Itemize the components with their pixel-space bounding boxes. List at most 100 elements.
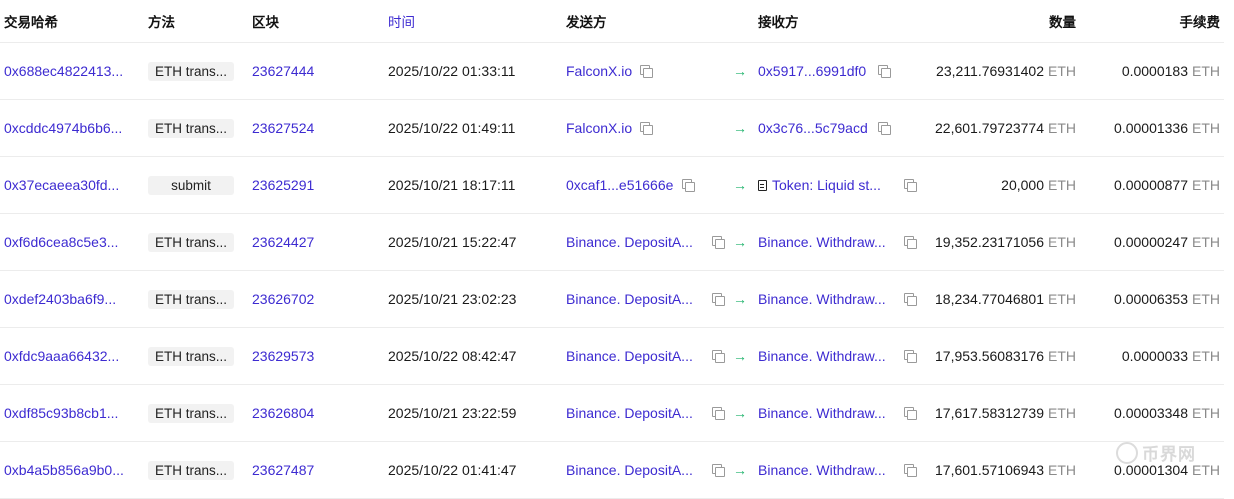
to-address-link[interactable]: Binance. Withdraw...	[758, 405, 886, 421]
block-link[interactable]: 23627444	[252, 63, 314, 79]
to-cell: Binance. Withdraw...	[758, 214, 918, 270]
copy-icon[interactable]	[640, 122, 653, 135]
hash-cell: 0xfdc9aaa66432...	[4, 328, 134, 384]
method-tag: submit	[148, 175, 234, 195]
fee-unit: ETH	[1192, 291, 1220, 307]
copy-icon[interactable]	[712, 407, 725, 420]
tx-hash-link[interactable]: 0x37ecaeea30fd...	[4, 177, 119, 193]
method-tag: ETH trans...	[148, 403, 234, 423]
amount-cell: 17,617.58312739 ETH	[900, 385, 1076, 441]
to-address-link[interactable]: 0x3c76...5c79acd	[758, 120, 868, 136]
arrow-cell: →	[733, 442, 749, 498]
from-address-link[interactable]: 0xcaf1...e51666e	[566, 177, 673, 193]
arrow-cell: →	[733, 157, 749, 213]
fee-value: 0.00000247	[1114, 234, 1188, 250]
to-address-link[interactable]: Binance. Withdraw...	[758, 462, 886, 478]
block-link[interactable]: 23629573	[252, 348, 314, 364]
amount-cell: 23,211.76931402 ETH	[900, 43, 1076, 99]
to-address-link[interactable]: 0x5917...6991df0	[758, 63, 866, 79]
tx-hash-link[interactable]: 0xb4a5b856a9b0...	[4, 462, 124, 478]
copy-icon[interactable]	[712, 350, 725, 363]
copy-icon[interactable]	[878, 65, 891, 78]
amount-value: 20,000	[1001, 177, 1044, 193]
method-tag: ETH trans...	[148, 232, 234, 252]
tx-hash-link[interactable]: 0xf6d6cea8c5e3...	[4, 234, 118, 250]
arrow-right-icon: →	[733, 63, 747, 79]
from-address-link[interactable]: Binance. DepositA...	[566, 234, 693, 250]
from-cell: Binance. DepositA...	[566, 328, 726, 384]
block-link[interactable]: 23624427	[252, 234, 314, 250]
time-cell: 2025/10/21 23:22:59	[388, 385, 558, 441]
amount-value: 23,211.76931402	[936, 63, 1044, 79]
to-address-link[interactable]: Binance. Withdraw...	[758, 348, 886, 364]
header-block[interactable]: 区块	[252, 0, 332, 42]
block-cell: 23624427	[252, 214, 332, 270]
time-cell: 2025/10/21 23:02:23	[388, 271, 558, 327]
table-row: 0x37ecaeea30fd... submit 23625291 2025/1…	[0, 157, 1224, 214]
block-link[interactable]: 23627487	[252, 462, 314, 478]
from-address-link[interactable]: Binance. DepositA...	[566, 291, 693, 307]
amount-cell: 19,352.23171056 ETH	[900, 214, 1076, 270]
amount-unit: ETH	[1048, 291, 1076, 307]
block-link[interactable]: 23627524	[252, 120, 314, 136]
block-cell: 23626804	[252, 385, 332, 441]
arrow-right-icon: →	[733, 348, 747, 364]
from-address-link[interactable]: FalconX.io	[566, 120, 632, 136]
from-cell: FalconX.io	[566, 43, 726, 99]
header-fee[interactable]: 手续费	[1080, 0, 1221, 42]
fee-value: 0.0000183	[1121, 63, 1188, 79]
from-address-link[interactable]: Binance. DepositA...	[566, 348, 693, 364]
arrow-right-icon: →	[733, 405, 747, 421]
amount-unit: ETH	[1048, 405, 1076, 421]
tx-hash-link[interactable]: 0x688ec4822413...	[4, 63, 123, 79]
copy-icon[interactable]	[640, 65, 653, 78]
header-method[interactable]: 方法	[148, 0, 236, 42]
copy-icon[interactable]	[682, 179, 695, 192]
to-cell: Binance. Withdraw...	[758, 385, 918, 441]
method-cell: ETH trans...	[148, 385, 236, 441]
amount-value: 22,601.79723774	[935, 120, 1044, 136]
header-to[interactable]: 接收方	[758, 0, 918, 42]
block-link[interactable]: 23626702	[252, 291, 314, 307]
amount-unit: ETH	[1048, 63, 1076, 79]
tx-hash-link[interactable]: 0xdef2403ba6f9...	[4, 291, 116, 307]
header-hash[interactable]: 交易哈希	[4, 0, 134, 42]
amount-unit: ETH	[1048, 177, 1076, 193]
fee-cell: 0.00000877 ETH	[1080, 157, 1220, 213]
time-cell: 2025/10/22 01:33:11	[388, 43, 558, 99]
copy-icon[interactable]	[712, 464, 725, 477]
tx-hash-link[interactable]: 0xfdc9aaa66432...	[4, 348, 119, 364]
block-link[interactable]: 23625291	[252, 177, 314, 193]
from-cell: Binance. DepositA...	[566, 271, 726, 327]
fee-unit: ETH	[1192, 177, 1220, 193]
to-address-link[interactable]: Binance. Withdraw...	[758, 234, 886, 250]
method-tag: ETH trans...	[148, 61, 234, 81]
table-row: 0x688ec4822413... ETH trans... 23627444 …	[0, 43, 1224, 100]
to-cell: Binance. Withdraw...	[758, 271, 918, 327]
table-row: 0xf6d6cea8c5e3... ETH trans... 23624427 …	[0, 214, 1224, 271]
header-time[interactable]: 时间	[388, 0, 558, 42]
hash-cell: 0xf6d6cea8c5e3...	[4, 214, 134, 270]
copy-icon[interactable]	[878, 122, 891, 135]
hash-cell: 0xdf85c93b8cb1...	[4, 385, 134, 441]
amount-unit: ETH	[1048, 348, 1076, 364]
fee-cell: 0.00006353 ETH	[1080, 271, 1220, 327]
from-address-link[interactable]: FalconX.io	[566, 63, 632, 79]
header-amount[interactable]: 数量	[900, 0, 1076, 42]
from-cell: Binance. DepositA...	[566, 214, 726, 270]
header-from[interactable]: 发送方	[566, 0, 726, 42]
copy-icon[interactable]	[712, 236, 725, 249]
block-link[interactable]: 23626804	[252, 405, 314, 421]
tx-hash-link[interactable]: 0xcddc4974b6b6...	[4, 120, 122, 136]
copy-icon[interactable]	[712, 293, 725, 306]
method-cell: ETH trans...	[148, 100, 236, 156]
to-address-link[interactable]: Binance. Withdraw...	[758, 291, 886, 307]
tx-hash-link[interactable]: 0xdf85c93b8cb1...	[4, 405, 118, 421]
to-address-link[interactable]: Token: Liquid st...	[772, 177, 881, 193]
method-tag: ETH trans...	[148, 346, 234, 366]
fee-value: 0.0000033	[1121, 348, 1188, 364]
amount-cell: 20,000 ETH	[900, 157, 1076, 213]
transactions-table: 交易哈希 方法 区块 时间 发送方 接收方 数量 手续费 0x688ec4822…	[0, 0, 1224, 499]
from-address-link[interactable]: Binance. DepositA...	[566, 405, 693, 421]
from-address-link[interactable]: Binance. DepositA...	[566, 462, 693, 478]
